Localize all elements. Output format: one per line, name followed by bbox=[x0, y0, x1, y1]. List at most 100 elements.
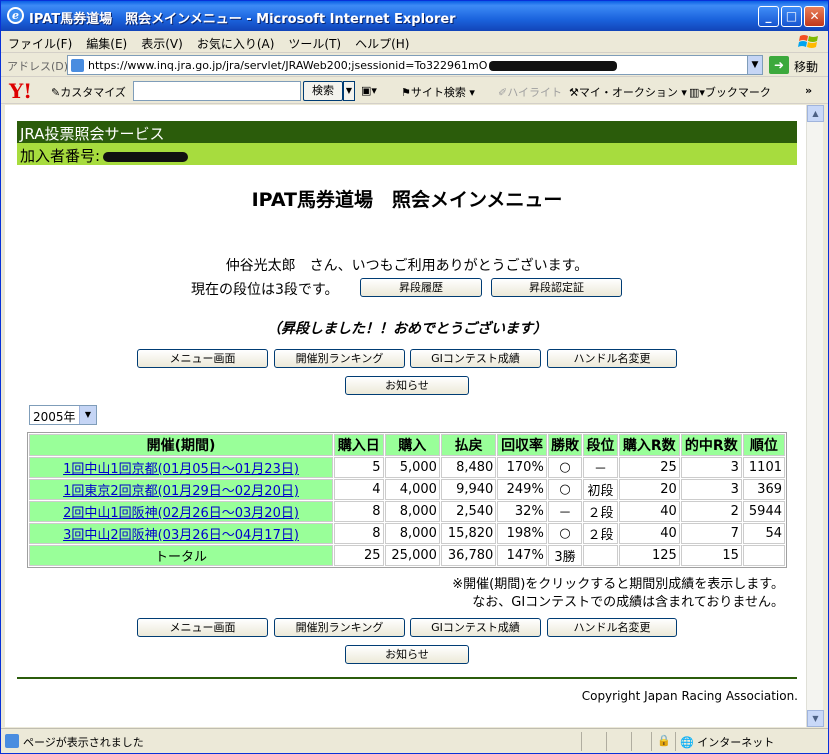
ranking-button[interactable]: 開催別ランキング bbox=[274, 349, 405, 368]
vertical-scrollbar[interactable]: ▲ ▼ bbox=[806, 105, 824, 727]
yahoo-logo-icon[interactable]: Y! bbox=[9, 79, 32, 103]
maximize-button[interactable]: □ bbox=[781, 6, 802, 27]
purchase-cell: 4,000 bbox=[384, 479, 440, 500]
address-input[interactable]: https://www.inq.jra.go.jp/jra/servlet/JR… bbox=[67, 55, 763, 75]
handle-change-button-bottom[interactable]: ハンドル名変更 bbox=[547, 618, 677, 637]
hits-cell: 3 bbox=[680, 479, 742, 500]
menu-view[interactable]: 表示(V) bbox=[134, 31, 190, 52]
yahoo-search-input[interactable] bbox=[133, 81, 301, 101]
close-button[interactable]: ✕ bbox=[804, 6, 825, 27]
period-link[interactable]: 1回東京2回京都(01月29日～02月20日) bbox=[63, 484, 299, 499]
windows-logo-icon bbox=[798, 35, 818, 48]
column-header: 順位 bbox=[742, 434, 785, 456]
result-cell: ○ bbox=[547, 523, 583, 544]
go-button[interactable]: 移動 bbox=[794, 58, 818, 75]
hits-cell: 3 bbox=[680, 457, 742, 478]
status-bar: ページが表示されました 🔒 🌐 インターネット bbox=[1, 728, 828, 753]
go-arrow-icon[interactable]: ➜ bbox=[769, 56, 789, 74]
page-icon bbox=[71, 59, 84, 72]
yahoo-search-button[interactable]: 検索 bbox=[303, 81, 343, 101]
column-header: 回収率 bbox=[497, 434, 547, 456]
notice-button-bottom[interactable]: お知らせ bbox=[345, 645, 469, 664]
notice-button[interactable]: お知らせ bbox=[345, 376, 469, 395]
races-cell: 40 bbox=[618, 523, 680, 544]
status-divider bbox=[631, 732, 632, 751]
purchase-cell: 5,000 bbox=[384, 457, 440, 478]
total-row: トータル 25 25,000 36,780 147% 3勝 125 15 bbox=[29, 545, 785, 566]
redacted-member-number bbox=[103, 151, 189, 162]
handle-change-button[interactable]: ハンドル名変更 bbox=[547, 349, 677, 368]
menu-screen-button-bottom[interactable]: メニュー画面 bbox=[137, 618, 268, 637]
address-dropdown-icon[interactable]: ▼ bbox=[747, 56, 762, 74]
rate-cell: 198% bbox=[497, 523, 547, 544]
page-title: IPAT馬券道場 照会メインメニュー bbox=[251, 189, 563, 211]
period-cell: 2回中山1回阪神(02月26日～03月20日) bbox=[29, 501, 333, 522]
position-cell: 54 bbox=[742, 523, 785, 544]
hits-cell: 15 bbox=[680, 545, 742, 566]
days-cell: 25 bbox=[334, 545, 384, 566]
column-header: 段位 bbox=[583, 434, 618, 456]
customize-button[interactable]: ✎カスタマイズ bbox=[51, 84, 126, 100]
rate-cell: 249% bbox=[497, 479, 547, 500]
result-cell: ○ bbox=[547, 479, 583, 500]
hits-cell: 2 bbox=[680, 501, 742, 522]
rank-text: 現在の段位は3段です。 bbox=[191, 282, 339, 298]
table-row: 3回中山2回阪神(03月26日～04月17日) 8 8,000 15,820 1… bbox=[29, 523, 785, 544]
menu-edit[interactable]: 編集(E) bbox=[79, 31, 134, 52]
period-link[interactable]: 3回中山2回阪神(03月26日～04月17日) bbox=[63, 528, 299, 543]
races-cell: 125 bbox=[618, 545, 680, 566]
result-cell: － bbox=[547, 501, 583, 522]
column-header: 購入 bbox=[384, 434, 440, 456]
table-header-row: 開催(期間) 購入日 購入 払戻 回収率 勝敗 段位 購入R数 的中R数 順位 bbox=[29, 434, 785, 456]
column-header: 払戻 bbox=[440, 434, 497, 456]
minimize-button[interactable]: _ bbox=[758, 6, 779, 27]
period-link[interactable]: 1回中山1回京都(01月05日～01月23日) bbox=[63, 462, 299, 477]
days-cell: 8 bbox=[334, 523, 384, 544]
total-label: トータル bbox=[29, 545, 333, 566]
mail-icon[interactable]: ▣▾ bbox=[361, 84, 377, 97]
menu-tools[interactable]: ツール(T) bbox=[281, 31, 348, 52]
days-cell: 8 bbox=[334, 501, 384, 522]
position-cell bbox=[742, 545, 785, 566]
column-header: 開催(期間) bbox=[29, 434, 333, 456]
menu-file[interactable]: ファイル(F) bbox=[1, 31, 79, 52]
days-cell: 5 bbox=[334, 457, 384, 478]
column-header: 購入R数 bbox=[618, 434, 680, 456]
races-cell: 40 bbox=[618, 501, 680, 522]
address-label: アドレス(D) bbox=[7, 60, 69, 73]
lock-icon: 🔒 bbox=[657, 734, 671, 747]
scroll-up-icon[interactable]: ▲ bbox=[807, 105, 824, 122]
toolbar-more-button[interactable]: » bbox=[805, 84, 812, 97]
site-search-button[interactable]: ⚑サイト検索 ▾ bbox=[401, 84, 475, 100]
purchase-cell: 8,000 bbox=[384, 501, 440, 522]
highlight-button[interactable]: ✐ハイライト bbox=[498, 84, 562, 100]
menu-favorites[interactable]: お気に入り(A) bbox=[190, 31, 282, 52]
note-line-1: ※開催(期間)をクリックすると期間別成績を表示します。 bbox=[452, 577, 784, 592]
contest-results-button[interactable]: GIコンテスト成績 bbox=[410, 349, 541, 368]
title-bar[interactable]: e IPAT馬券道場 照会メインメニュー - Microsoft Interne… bbox=[1, 1, 828, 31]
menu-screen-button[interactable]: メニュー画面 bbox=[137, 349, 268, 368]
copyright-text: Copyright Japan Racing Association. bbox=[581, 689, 798, 703]
payout-cell: 9,940 bbox=[440, 479, 497, 500]
greeting-text: 仲谷光太郎 さん、いつもご利用ありがとうございます。 bbox=[225, 258, 589, 274]
browser-window: e IPAT馬券道場 照会メインメニュー - Microsoft Interne… bbox=[0, 0, 829, 754]
contest-results-button-bottom[interactable]: GIコンテスト成績 bbox=[410, 618, 541, 637]
my-auction-button[interactable]: ⚒マイ・オークション ▾ bbox=[569, 84, 687, 100]
rate-cell: 147% bbox=[497, 545, 547, 566]
address-bar: アドレス(D) https://www.inq.jra.go.jp/jra/se… bbox=[1, 53, 828, 77]
search-dropdown-icon[interactable]: ▼ bbox=[343, 81, 355, 101]
scroll-down-icon[interactable]: ▼ bbox=[807, 710, 824, 727]
member-header: 加入者番号: bbox=[17, 143, 797, 165]
days-cell: 4 bbox=[334, 479, 384, 500]
rank-history-button[interactable]: 昇段履歴 bbox=[360, 278, 482, 297]
rank-certificate-button[interactable]: 昇段認定証 bbox=[491, 278, 622, 297]
column-header: 購入日 bbox=[334, 434, 384, 456]
period-cell: 3回中山2回阪神(03月26日～04月17日) bbox=[29, 523, 333, 544]
menu-help[interactable]: ヘルプ(H) bbox=[348, 31, 416, 52]
bookmark-button[interactable]: ▥▾ブックマーク bbox=[689, 84, 771, 100]
ranking-button-bottom[interactable]: 開催別ランキング bbox=[274, 618, 405, 637]
status-divider bbox=[675, 732, 676, 751]
window-title: IPAT馬券道場 照会メインメニュー - Microsoft Internet … bbox=[29, 12, 456, 27]
year-select[interactable]: 2005年 ▼ bbox=[29, 405, 97, 425]
period-link[interactable]: 2回中山1回阪神(02月26日～03月20日) bbox=[63, 506, 299, 521]
